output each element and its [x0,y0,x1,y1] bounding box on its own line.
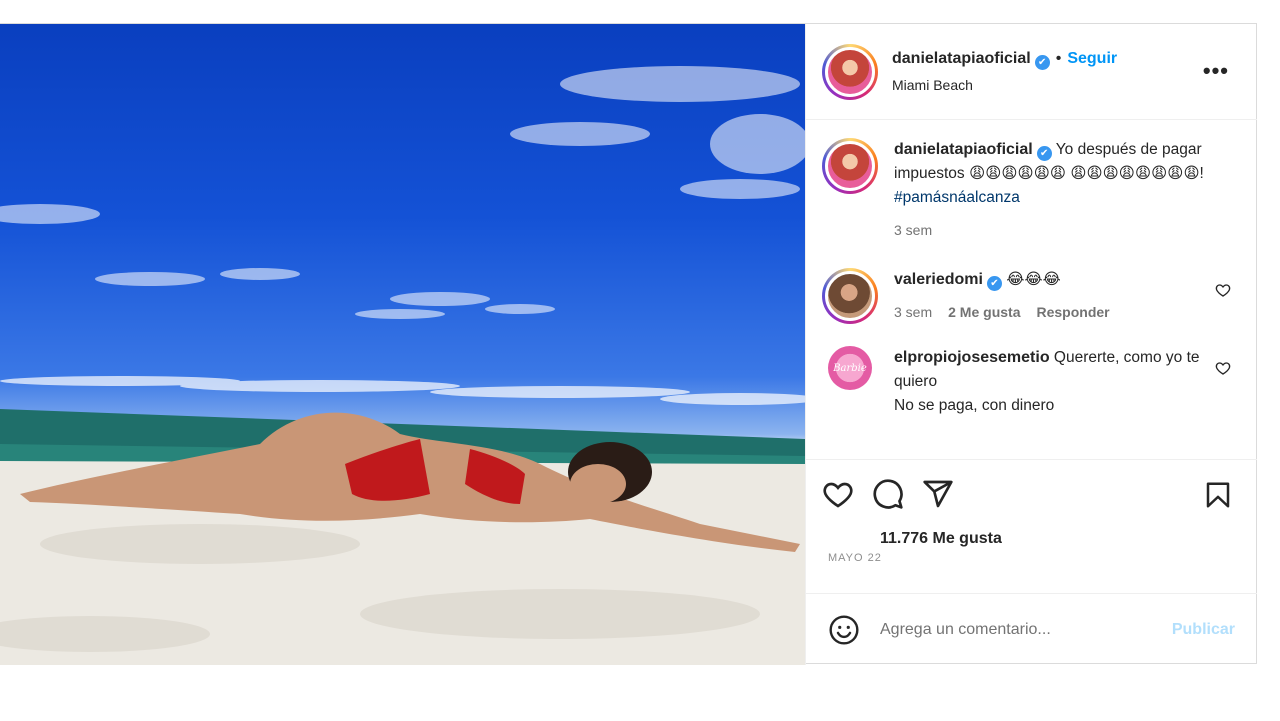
verified-icon: ✔ [1034,55,1050,71]
author-username[interactable]: danielatapiaoficial [892,50,1031,67]
save-icon[interactable] [1203,480,1233,510]
comment-time: 3 sem [894,304,933,320]
beach-photo [0,66,805,665]
emoji-icon[interactable] [828,614,860,646]
post-sidebar: danielatapiaoficial ✔ • Seguir Miami Beach … [805,24,1257,665]
caption-hashtag[interactable]: #pamásnáalcanza [894,186,1204,210]
comment-text-line2: No se paga, con dinero [894,397,1055,414]
comment-username[interactable]: valeriedomi [894,271,983,288]
post-header: danielatapiaoficial ✔ • Seguir Miami Beach … [806,24,1257,120]
more-options-icon[interactable]: ••• [1203,60,1229,82]
comment-input[interactable] [880,620,1150,639]
publish-button[interactable]: Publicar [1172,621,1235,639]
caption-username[interactable]: danielatapiaoficial [894,141,1033,158]
post-modal: danielatapiaoficial ✔ • Seguir Miami Beach … [0,23,1257,665]
comment-text: 😂😂😂 [1006,271,1061,288]
post-location[interactable]: Miami Beach [892,77,1117,94]
comment-item: valeriedomi ✔ 😂😂😂 3 sem 2 Me gusta Respon… [822,268,1241,324]
caption-avatar[interactable] [822,138,878,194]
caption-time: 3 sem [894,222,933,238]
like-icon[interactable] [822,478,854,510]
post-image[interactable] [0,24,805,665]
comment-like-icon[interactable] [1215,360,1231,376]
comment-avatar[interactable] [822,268,878,324]
author-avatar[interactable] [822,43,878,100]
share-icon[interactable] [922,478,954,510]
verified-icon: ✔ [1036,146,1052,161]
likes-count[interactable]: 11.776 Me gusta [880,530,1241,548]
comments-list[interactable]: danielatapiaoficial ✔ Yo después de pagar… [806,120,1257,459]
post-date: MAYO 22 [828,552,882,564]
caption: danielatapiaoficial ✔ Yo después de pagar… [822,138,1241,242]
comment-icon[interactable] [872,478,904,510]
comment-like-icon[interactable] [1215,282,1231,298]
action-bar: 11.776 Me gusta MAYO 22 [806,459,1257,593]
comment-likes[interactable]: 2 Me gusta [948,300,1020,324]
follow-button[interactable]: Seguir [1067,50,1117,67]
verified-icon: ✔ [986,276,1002,291]
comment-username[interactable]: elpropiojosesemetio [894,349,1050,366]
author-info: danielatapiaoficial ✔ • Seguir Miami Beach [892,49,1117,94]
comment-composer: Publicar [806,593,1257,665]
separator: • [1055,50,1062,68]
comment-item: Barbie elpropiojosesemetio Quererte, com… [822,346,1241,418]
comment-avatar[interactable]: Barbie [828,346,872,390]
reply-button[interactable]: Responder [1036,300,1109,324]
